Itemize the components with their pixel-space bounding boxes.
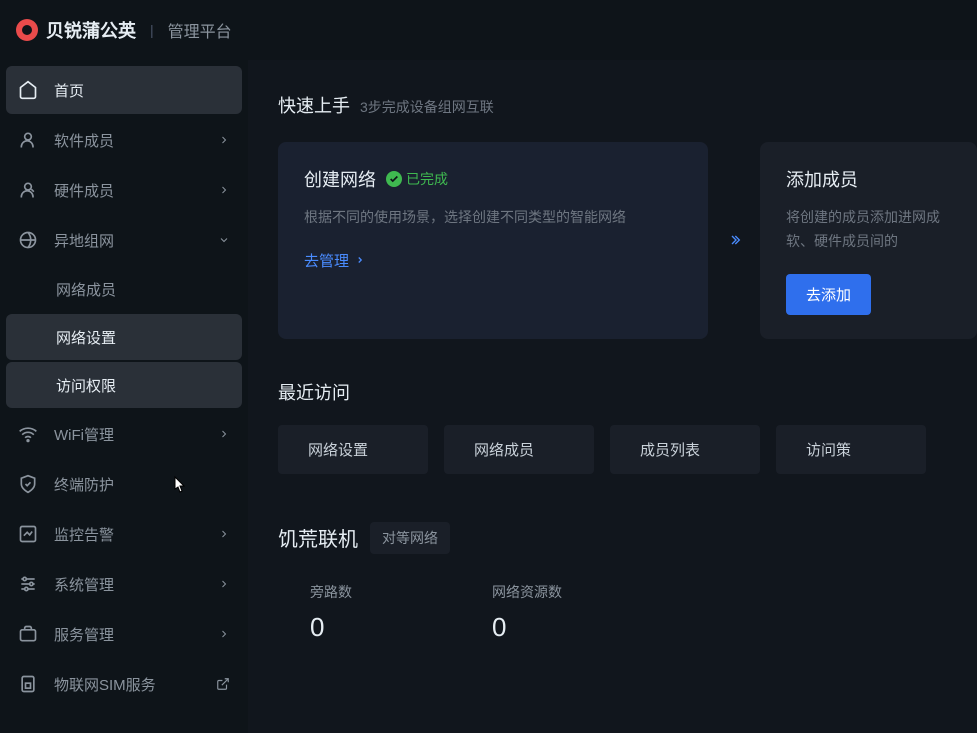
chevron-down-icon: [218, 234, 230, 246]
chevron-right-icon: [218, 528, 230, 540]
brand-name: 贝锐蒲公英: [46, 17, 136, 43]
brand-divider: |: [150, 22, 154, 38]
sidebar-item-home[interactable]: 首页: [6, 66, 242, 114]
sidebar-item-wifi[interactable]: WiFi管理: [6, 410, 242, 458]
create-network-card: 创建网络 已完成 根据不同的使用场景，选择创建不同类型的智能网络 去管理: [278, 142, 708, 339]
card-title: 添加成员: [786, 166, 858, 192]
stat-value: 0: [310, 612, 352, 643]
stat-value: 0: [492, 612, 562, 643]
chevron-right-icon: [218, 428, 230, 440]
quick-start-subtitle: 3步完成设备组网互联: [360, 97, 494, 117]
chevron-right-icon: [218, 134, 230, 146]
sidebar-item-label: 终端防护: [54, 474, 230, 495]
shield-icon: [18, 474, 38, 494]
sidebar-item-endpoint-protection[interactable]: 终端防护: [6, 460, 242, 508]
sim-icon: [18, 674, 38, 694]
network-title: 饥荒联机: [278, 523, 358, 552]
stat-resource: 网络资源数 0: [492, 582, 562, 643]
chevron-right-icon: [218, 184, 230, 196]
main-content: 快速上手 3步完成设备组网互联 创建网络 已完成 根据不同的使用场景，选择创: [248, 60, 977, 733]
wifi-icon: [18, 424, 38, 444]
sidebar-item-label: 网络设置: [56, 327, 230, 348]
card-description: 根据不同的使用场景，选择创建不同类型的智能网络: [304, 206, 682, 230]
stat-label: 旁路数: [310, 582, 352, 602]
sidebar-item-label: 异地组网: [54, 230, 218, 251]
sidebar-item-service[interactable]: 服务管理: [6, 610, 242, 658]
link-label: 去管理: [304, 250, 349, 271]
manage-link[interactable]: 去管理: [304, 250, 365, 271]
recent-chip-network-settings[interactable]: 网络设置: [278, 425, 428, 474]
sidebar-item-access-control[interactable]: 访问权限: [6, 362, 242, 408]
logo-icon: [16, 19, 38, 41]
recent-chip-access-policy[interactable]: 访问策: [776, 425, 926, 474]
sidebar-item-system[interactable]: 系统管理: [6, 560, 242, 608]
quick-start-title: 快速上手: [278, 92, 350, 118]
chevron-right-icon: [218, 628, 230, 640]
add-members-card: 添加成员 将创建的成员添加进网成软、硬件成员间的 去添加: [760, 142, 977, 339]
globe-icon: [18, 230, 38, 250]
recent-chip-member-list[interactable]: 成员列表: [610, 425, 760, 474]
next-arrow-icon[interactable]: [726, 232, 742, 248]
chart-icon: [18, 524, 38, 544]
sidebar-item-software-members[interactable]: 软件成员: [6, 116, 242, 164]
sidebar-item-label: 首页: [54, 80, 230, 101]
chevron-right-icon: [355, 255, 365, 265]
briefcase-icon: [18, 624, 38, 644]
sidebar-item-iot-sim[interactable]: 物联网SIM服务: [6, 660, 242, 708]
sidebar-item-network-members[interactable]: 网络成员: [6, 266, 242, 312]
sidebar-item-monitoring[interactable]: 监控告警: [6, 510, 242, 558]
sidebar-item-remote-network[interactable]: 异地组网: [6, 216, 242, 264]
status-text: 已完成: [406, 169, 448, 189]
external-link-icon: [216, 677, 230, 691]
recent-title: 最近访问: [278, 379, 977, 405]
add-button[interactable]: 去添加: [786, 274, 871, 315]
sidebar-item-label: 访问权限: [56, 375, 230, 396]
brand-suffix: 管理平台: [168, 18, 232, 42]
sidebar-item-label: 物联网SIM服务: [54, 674, 216, 695]
network-type-badge: 对等网络: [370, 522, 450, 554]
card-description: 将创建的成员添加进网成软、硬件成员间的: [786, 206, 951, 254]
network-section: 饥荒联机 对等网络 旁路数 0 网络资源数 0: [278, 474, 977, 643]
recent-chip-network-members[interactable]: 网络成员: [444, 425, 594, 474]
user-icon: [18, 130, 38, 150]
stat-label: 网络资源数: [492, 582, 562, 602]
sidebar-item-label: 网络成员: [56, 279, 230, 300]
card-title: 创建网络: [304, 166, 376, 192]
check-icon: [386, 171, 402, 187]
sidebar-item-hardware-members[interactable]: 硬件成员: [6, 166, 242, 214]
sidebar-item-label: 硬件成员: [54, 180, 218, 201]
recent-section: 最近访问 网络设置 网络成员 成员列表 访问策: [278, 339, 977, 474]
logo[interactable]: 贝锐蒲公英 | 管理平台: [16, 17, 232, 43]
status-badge: 已完成: [386, 169, 448, 189]
chevron-right-icon: [218, 578, 230, 590]
quick-start-section: 快速上手 3步完成设备组网互联 创建网络 已完成 根据不同的使用场景，选择创: [278, 60, 977, 339]
sidebar-item-network-settings[interactable]: 网络设置: [6, 314, 242, 360]
home-icon: [18, 80, 38, 100]
sidebar-item-label: 软件成员: [54, 130, 218, 151]
hardware-icon: [18, 180, 38, 200]
sidebar-item-label: 监控告警: [54, 524, 218, 545]
sidebar-item-label: WiFi管理: [54, 424, 218, 445]
sidebar: 首页 软件成员 硬件成员 异地组网: [0, 60, 248, 733]
settings-icon: [18, 574, 38, 594]
sidebar-item-label: 服务管理: [54, 624, 218, 645]
sidebar-item-label: 系统管理: [54, 574, 218, 595]
header: 贝锐蒲公英 | 管理平台: [0, 0, 977, 60]
stat-bypass: 旁路数 0: [310, 582, 352, 643]
